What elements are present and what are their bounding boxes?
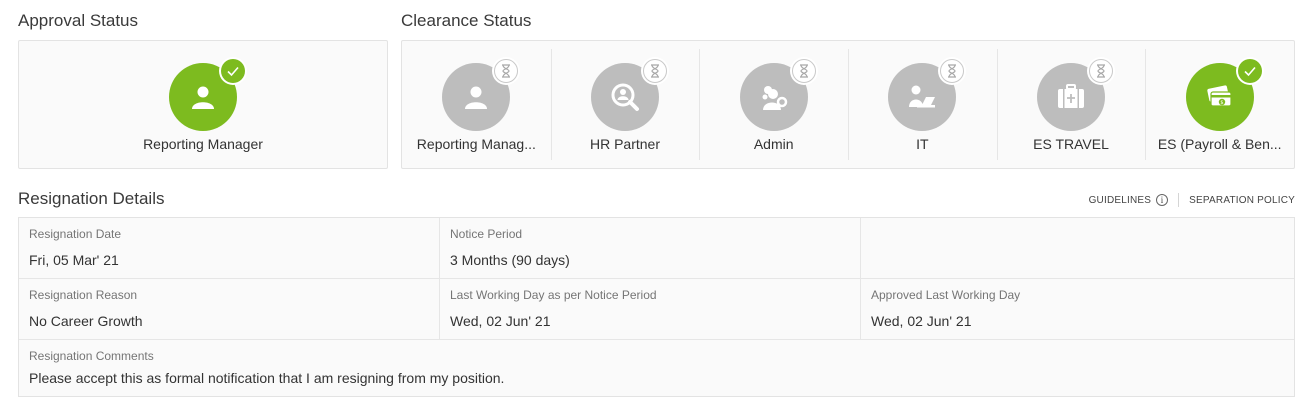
clearance-stage-icon-circle: $ [1185,57,1264,131]
stage-label: HR Partner [589,136,661,152]
approval-stage-icon-circle [169,57,247,131]
resignation-date-cell: Resignation Date Fri, 05 Mar' 21 [19,218,440,278]
last-working-day-notice-cell: Last Working Day as per Notice Period We… [440,279,861,339]
pending-badge [938,57,967,85]
field-label: Approved Last Working Day [871,288,1021,302]
stage-label: Reporting Manager [143,136,263,152]
separation-policy-link-label: SEPARATION POLICY [1189,194,1295,206]
stage-label: Admin [753,136,794,152]
field-value: 3 Months (90 days) [450,252,570,268]
field-label: Last Working Day as per Notice Period [450,288,657,302]
field-value: Wed, 02 Jun' 21 [450,313,551,329]
clearance-stage-hr-partner[interactable]: HR Partner [550,41,700,168]
clearance-stage-it[interactable]: IT [848,41,997,168]
pending-badge [789,57,818,85]
resignation-details-title: Resignation Details [18,189,165,208]
details-row: Resignation Date Fri, 05 Mar' 21 Notice … [19,218,1294,279]
stage-label: ES (Payroll & Ben... [1157,136,1282,152]
hourglass-icon [799,64,808,78]
info-icon[interactable]: i [1156,194,1169,206]
separation-policy-link[interactable]: SEPARATION POLICY [1189,195,1295,206]
approval-status-title: Approval Status [18,11,139,30]
field-label: Resignation Reason [29,288,138,302]
pending-badge [641,57,669,85]
clearance-stage-reporting-manager[interactable]: Reporting Manag... [402,41,551,168]
resignation-reason-cell: Resignation Reason No Career Growth [19,279,440,339]
field-label: Notice Period [450,227,523,241]
hourglass-icon [948,64,957,78]
person-icon [465,86,488,109]
clearance-stage-icon-circle [442,57,521,131]
person-laptop-icon [909,85,936,108]
clearance-stage-icon-circle [739,57,818,131]
field-label: Resignation Date [29,227,122,241]
approved-badge [219,57,247,85]
guidelines-link-label: GUIDELINES [1088,194,1152,206]
hourglass-icon [502,64,511,78]
stage-label: ES TRAVEL [1033,136,1109,152]
clearance-status-title: Clearance Status [401,11,532,30]
pending-badge [1087,57,1116,85]
details-row: Resignation Comments Please accept this … [19,340,1294,396]
suitcase-icon [1058,84,1085,108]
payroll-card-icon: $ [1207,85,1232,107]
check-icon [227,66,239,77]
clearance-stage-admin[interactable]: Admin [699,41,848,168]
field-value: Please accept this as formal notificatio… [29,370,505,386]
field-value: Wed, 02 Jun' 21 [871,313,972,329]
field-label: Resignation Comments [29,349,154,363]
guidelines-link[interactable]: GUIDELINES i [1089,194,1169,206]
svg-text:$: $ [1220,100,1223,106]
field-value: No Career Growth [29,313,143,329]
pending-badge [492,57,521,85]
stage-label: IT [916,136,929,152]
stage-label: Reporting Manag... [416,136,536,152]
approved-last-working-day-cell: Approved Last Working Day Wed, 02 Jun' 2… [861,279,1294,339]
links-divider [1178,193,1180,207]
clearance-stage-icon-circle [591,57,669,131]
resignation-details-table: Resignation Date Fri, 05 Mar' 21 Notice … [18,217,1295,397]
clearance-stage-es-travel[interactable]: ES TRAVEL [996,41,1146,168]
approval-status-card: Reporting Manager [18,40,388,169]
notice-period-cell: Notice Period 3 Months (90 days) [440,218,861,278]
person-icon [192,86,214,109]
check-icon [1244,66,1256,77]
clearance-stage-es-payroll[interactable]: $ ES (Payroll & Ben... [1145,41,1294,168]
approved-badge [1235,57,1264,85]
search-person-icon [611,83,639,111]
clearance-status-card: Reporting Manag... HR Partner Admin IT E… [401,40,1295,169]
hourglass-icon [1097,64,1106,78]
admin-gear-person-icon [762,86,787,110]
field-value: Fri, 05 Mar' 21 [29,252,119,268]
details-row: Resignation Reason No Career Growth Last… [19,279,1294,340]
approval-stage-reporting-manager[interactable]: Reporting Manager [19,41,387,168]
clearance-stage-icon-circle [1037,57,1116,131]
hourglass-icon [651,64,659,78]
resignation-comments-cell: Resignation Comments Please accept this … [19,340,1294,396]
clearance-stage-icon-circle [888,57,967,131]
empty-cell [861,218,1294,278]
resignation-links: GUIDELINES i SEPARATION POLICY [1089,193,1295,207]
